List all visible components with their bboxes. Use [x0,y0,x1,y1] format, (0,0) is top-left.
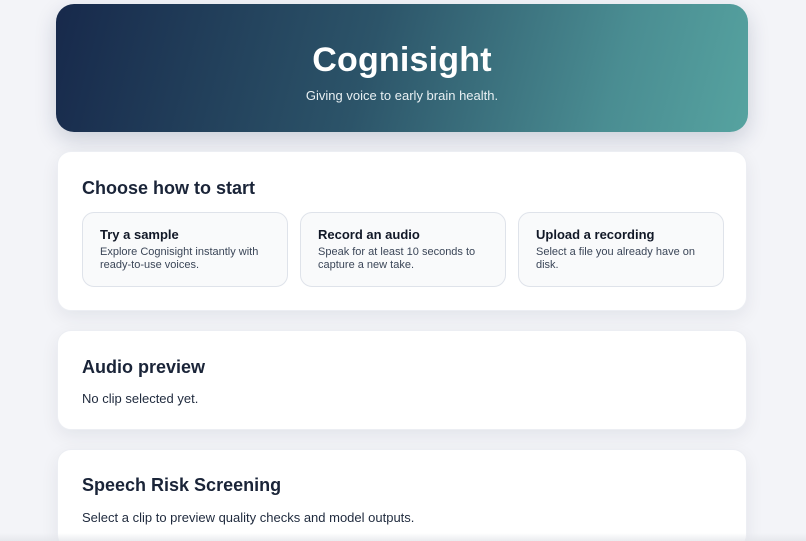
preview-heading: Audio preview [82,357,206,377]
upload-recording-option[interactable]: Upload a recording Select a file you alr… [518,212,724,287]
start-options: Try a sample Explore Cognisight instantl… [82,212,724,287]
risk-screening-card: Speech Risk Screening Select a clip to p… [57,449,747,541]
start-options-card: Choose how to start Try a sample Explore… [57,151,747,311]
app-page: Cognisight Giving voice to early brain h… [0,0,806,541]
risk-status: Select a clip to preview quality checks … [82,510,415,525]
option-title: Try a sample [100,227,179,242]
option-title: Upload a recording [536,227,655,242]
option-title: Record an audio [318,227,420,242]
hero-banner: Cognisight Giving voice to early brain h… [56,4,748,132]
option-description: Speak for at least 10 seconds to capture… [318,246,476,271]
audio-preview-card: Audio preview No clip selected yet. [57,330,747,430]
record-audio-option[interactable]: Record an audio Speak for at least 10 se… [300,212,506,287]
start-heading: Choose how to start [82,178,256,198]
try-sample-option[interactable]: Try a sample Explore Cognisight instantl… [82,212,288,287]
app-tagline: Giving voice to early brain health. [305,88,499,103]
option-description: Explore Cognisight instantly with ready-… [100,246,259,271]
option-description: Select a file you already have on disk. [536,246,695,271]
risk-heading: Speech Risk Screening [82,475,282,495]
preview-status: No clip selected yet. [82,391,199,406]
app-title: Cognisight [312,41,492,79]
